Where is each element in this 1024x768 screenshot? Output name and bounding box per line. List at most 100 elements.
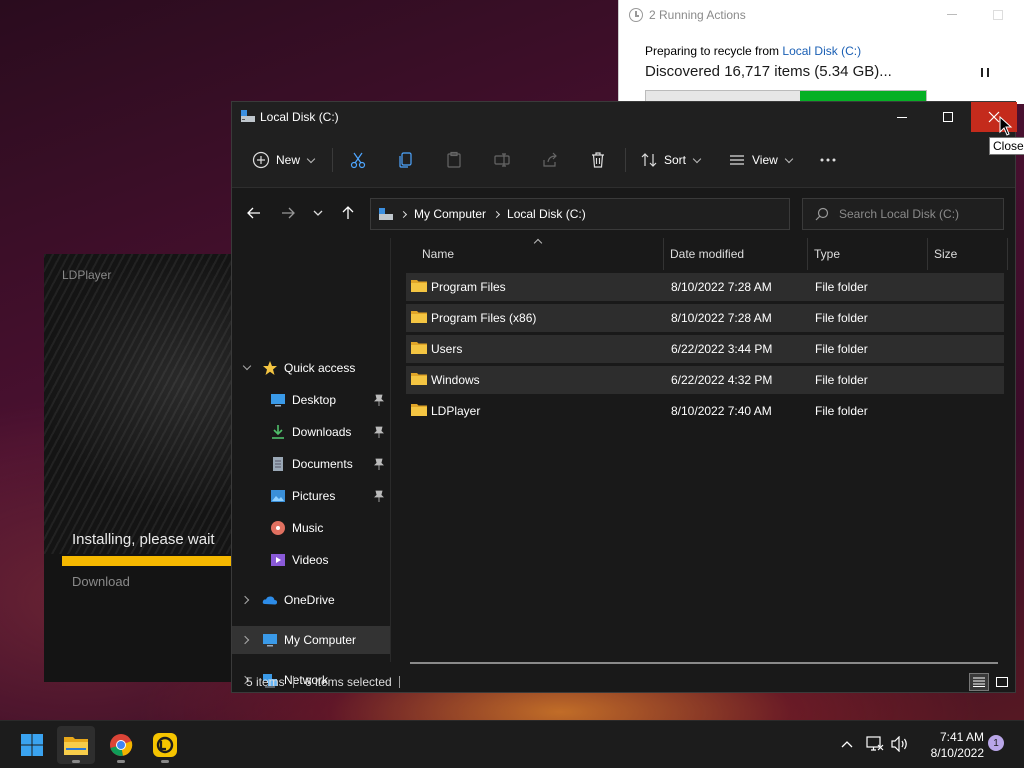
sidebar-item-downloads[interactable]: Downloads xyxy=(232,418,390,446)
chrome-icon xyxy=(110,734,133,756)
drive-icon xyxy=(241,110,255,122)
file-explorer-icon xyxy=(64,737,88,755)
recycle-source-link[interactable]: Local Disk (C:) xyxy=(782,44,861,58)
new-label: New xyxy=(276,153,301,167)
table-row[interactable]: Users 6/22/2022 3:44 PM File folder xyxy=(406,335,1004,363)
sidebar-item-videos[interactable]: Videos xyxy=(232,546,390,574)
folder-icon xyxy=(411,342,427,354)
dialog-maximize-button[interactable] xyxy=(993,10,1003,20)
paste-icon[interactable] xyxy=(445,151,463,169)
rename-icon[interactable] xyxy=(493,151,511,169)
volume-icon xyxy=(891,736,907,752)
sidebar-item-my-computer[interactable]: My Computer xyxy=(232,626,390,654)
column-header-type[interactable]: Type xyxy=(814,238,840,270)
volume-tray-button[interactable] xyxy=(891,735,909,753)
taskbar-ldplayer[interactable] xyxy=(146,726,184,764)
horizontal-scrollbar[interactable] xyxy=(410,662,998,664)
address-bar[interactable]: My Computer Local Disk (C:) xyxy=(370,198,917,230)
table-row[interactable]: Windows 6/22/2022 4:32 PM File folder xyxy=(406,366,1004,394)
desktop-icon xyxy=(271,394,285,407)
column-divider[interactable] xyxy=(807,238,808,270)
taskbar-file-explorer[interactable] xyxy=(57,726,95,764)
dialog-minimize-button[interactable] xyxy=(947,14,957,15)
notification-badge[interactable]: 1 xyxy=(988,735,1004,751)
new-button[interactable]: New xyxy=(252,150,316,170)
running-actions-dialog: 2 Running Actions Preparing to recycle f… xyxy=(618,0,1024,104)
table-row[interactable]: Program Files 8/10/2022 7:28 AM File folde… xyxy=(406,273,1004,301)
minimize-icon xyxy=(897,116,907,118)
chevron-right-icon[interactable] xyxy=(240,595,250,605)
recycle-status-text: Preparing to recycle from Local Disk (C:… xyxy=(645,44,861,58)
column-header-size[interactable]: Size xyxy=(934,238,957,270)
table-row[interactable]: Program Files (x86) 8/10/2022 7:28 AM File… xyxy=(406,304,1004,332)
view-button[interactable]: View xyxy=(728,150,794,170)
chevron-down-icon xyxy=(692,154,702,163)
pane-divider[interactable] xyxy=(390,238,391,662)
status-divider xyxy=(293,676,294,688)
chevron-right-icon[interactable] xyxy=(240,635,250,645)
breadcrumb-my-computer[interactable]: My Computer xyxy=(414,207,486,221)
clock-date: 8/10/2022 xyxy=(930,746,984,760)
share-icon[interactable] xyxy=(541,151,559,169)
back-button[interactable] xyxy=(245,204,263,222)
sidebar-item-quick-access[interactable]: Quick access xyxy=(232,354,390,382)
sidebar-item-documents[interactable]: Documents xyxy=(232,450,390,478)
pictures-icon xyxy=(271,490,285,502)
more-options-icon[interactable] xyxy=(819,151,837,169)
search-input[interactable] xyxy=(839,207,999,221)
sort-button[interactable]: Sort xyxy=(640,150,702,170)
start-button[interactable] xyxy=(13,726,51,764)
cut-icon[interactable] xyxy=(349,151,367,169)
column-divider[interactable] xyxy=(927,238,928,270)
column-divider[interactable] xyxy=(663,238,664,270)
chevron-up-icon xyxy=(841,741,853,748)
column-size-label: Size xyxy=(934,247,958,261)
up-button[interactable] xyxy=(339,204,357,222)
details-view-button[interactable] xyxy=(969,673,989,691)
ldplayer-icon xyxy=(153,733,177,757)
breadcrumb-local-disk[interactable]: Local Disk (C:) xyxy=(507,207,586,221)
column-type-label: Type xyxy=(814,247,841,261)
taskbar-chrome[interactable] xyxy=(102,726,140,764)
plus-circle-icon xyxy=(252,151,270,169)
breadcrumb-separator xyxy=(399,210,408,218)
explorer-titlebar[interactable]: Local Disk (C:) xyxy=(232,102,1017,132)
maximize-button[interactable] xyxy=(925,102,971,132)
cell-type: File folder xyxy=(815,404,868,418)
large-icons-view-button[interactable] xyxy=(992,673,1012,691)
forward-button[interactable] xyxy=(279,204,297,222)
pause-icon[interactable] xyxy=(981,68,989,77)
table-row[interactable]: LDPlayer 8/10/2022 7:40 AM File folder xyxy=(406,397,1004,425)
close-tooltip: Close xyxy=(989,137,1024,155)
network-tray-button[interactable] xyxy=(866,735,884,753)
column-header-name[interactable]: Name xyxy=(422,238,454,270)
sidebar-item-onedrive[interactable]: OneDrive xyxy=(232,586,390,614)
cell-name: Program Files (x86) xyxy=(431,311,537,325)
chevron-down-icon[interactable] xyxy=(242,361,252,371)
running-indicator xyxy=(117,760,125,763)
folder-icon xyxy=(411,404,427,416)
delete-icon[interactable] xyxy=(589,151,607,169)
recent-locations-button[interactable] xyxy=(309,204,327,222)
cell-name: LDPlayer xyxy=(431,404,481,418)
search-box[interactable] xyxy=(802,198,1004,230)
sidebar-item-documents-label: Documents xyxy=(292,457,353,471)
copy-icon[interactable] xyxy=(397,151,415,169)
search-icon xyxy=(815,207,829,221)
column-divider[interactable] xyxy=(1007,238,1008,270)
minimize-button[interactable] xyxy=(879,102,925,132)
music-icon xyxy=(271,521,285,535)
mouse-cursor-icon xyxy=(999,116,1013,136)
sidebar-item-music[interactable]: Music xyxy=(232,514,390,542)
sidebar-item-onedrive-label: OneDrive xyxy=(284,593,335,607)
taskbar-clock[interactable]: 7:41 AM 8/10/2022 xyxy=(914,729,984,761)
ldplayer-subtitle: Download xyxy=(72,574,130,589)
folder-icon xyxy=(411,373,427,385)
show-hidden-icons-button[interactable] xyxy=(838,735,856,753)
sidebar-item-desktop[interactable]: Desktop xyxy=(232,386,390,414)
arrow-right-icon xyxy=(282,207,295,219)
sidebar-item-pictures[interactable]: Pictures xyxy=(232,482,390,510)
view-label: View xyxy=(752,153,778,167)
column-header-date-modified[interactable]: Date modified xyxy=(670,238,744,270)
file-list: Name Date modified Type Size Program Fil… xyxy=(392,238,1017,664)
